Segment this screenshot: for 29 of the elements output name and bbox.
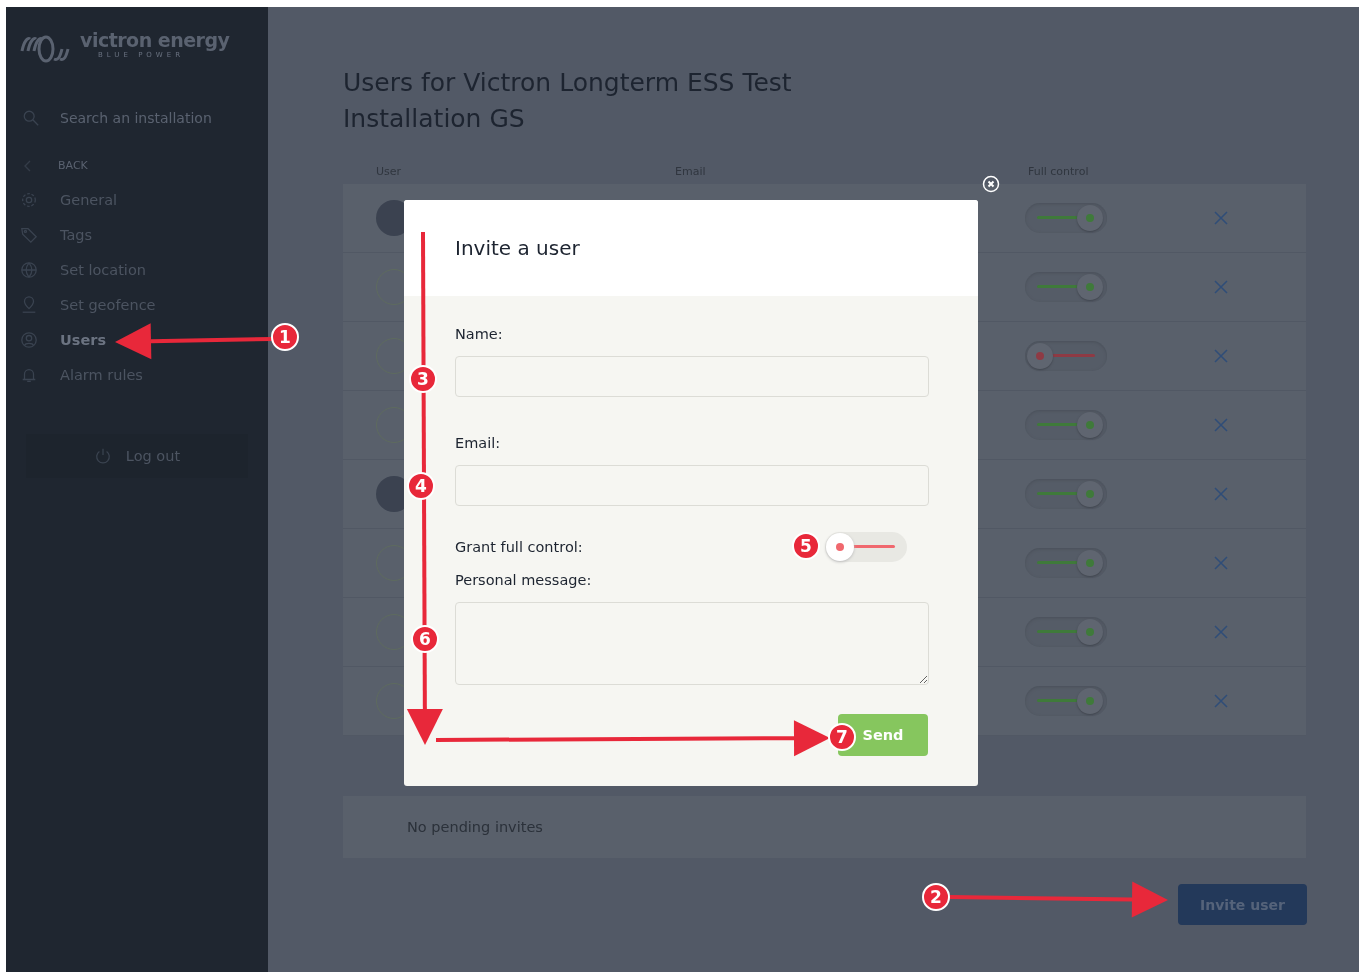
- toggle-switch[interactable]: [1025, 548, 1107, 578]
- gear-icon: [20, 190, 38, 209]
- field-label: Personal message:: [455, 572, 593, 588]
- dialog-title: Invite a user: [455, 236, 580, 260]
- email-field[interactable]: [455, 465, 929, 506]
- location-pin-icon: [20, 295, 38, 314]
- back-link[interactable]: BACK: [58, 159, 88, 172]
- chevron-left-icon: [24, 159, 32, 172]
- search-field[interactable]: Search an installation: [58, 109, 242, 127]
- logo-text: victron energy: [80, 29, 230, 51]
- toggle-switch[interactable]: [1025, 203, 1107, 233]
- toggle-switch[interactable]: [1025, 617, 1107, 647]
- toggle-switch[interactable]: [1025, 272, 1107, 302]
- field-label: Name:: [455, 326, 504, 342]
- sidebar-item[interactable]: Users: [18, 322, 268, 357]
- toggle-switch[interactable]: [1025, 410, 1107, 440]
- toggle-switch[interactable]: [825, 532, 907, 562]
- user-icon: [20, 330, 38, 349]
- globe-icon: [20, 260, 38, 279]
- field-label: Grant full control:: [455, 539, 583, 555]
- toggle-switch[interactable]: [1025, 686, 1107, 716]
- toggle-switch[interactable]: [1025, 479, 1107, 509]
- search-icon: [22, 109, 40, 127]
- tag-icon: [20, 225, 38, 244]
- field-label: Email:: [455, 435, 502, 451]
- toggle-switch[interactable]: [1025, 341, 1107, 371]
- power-icon: [93, 447, 112, 465]
- name-field[interactable]: [455, 356, 929, 397]
- message-field[interactable]: [455, 602, 929, 685]
